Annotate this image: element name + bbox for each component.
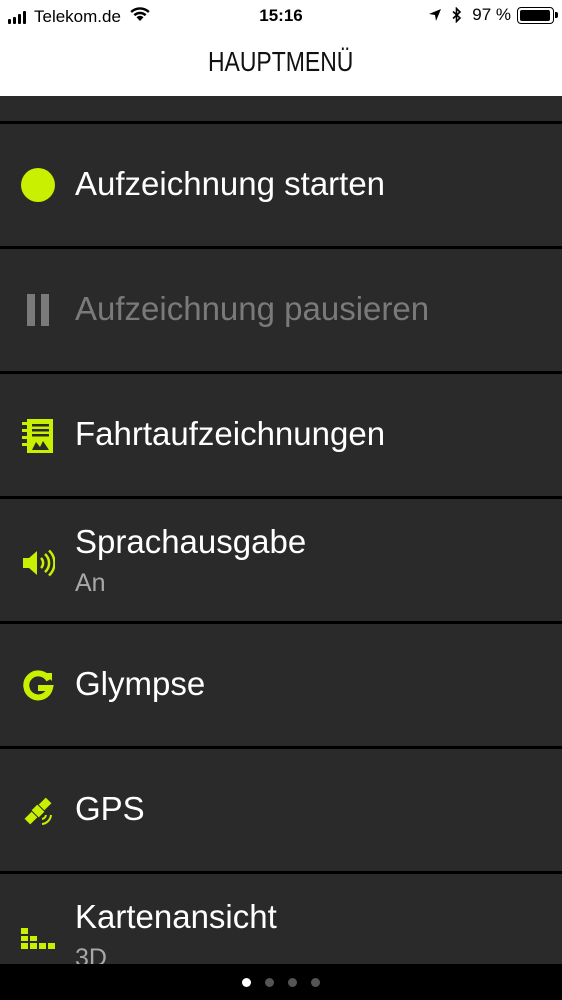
menu-item-label: Aufzeichnung starten (75, 165, 386, 202)
page-dot[interactable] (311, 977, 320, 987)
bluetooth-icon (452, 7, 462, 23)
map-view-icon (18, 918, 58, 958)
menu-item-pause-recording[interactable]: Aufzeichnung pausieren (0, 249, 562, 371)
status-left: Telekom.de (8, 6, 151, 27)
glympse-icon (18, 666, 58, 706)
carrier-name: Telekom.de (34, 6, 121, 26)
pause-icon (18, 290, 58, 330)
menu-item-glympse[interactable]: Glympse (0, 624, 562, 746)
menu-item-label: Glympse (75, 665, 206, 702)
page-dot[interactable] (265, 977, 274, 987)
wifi-icon (129, 6, 151, 27)
menu-item-label: Kartenansicht (75, 898, 277, 935)
main-menu-list[interactable]: Aufzeichnung starten Aufzeichnung pausie… (0, 96, 562, 964)
navigation-bar: HAUPTMENÜ (0, 34, 562, 96)
menu-item-map-view[interactable]: Kartenansicht 3D (0, 874, 562, 964)
menu-item-label: Sprachausgabe (75, 523, 307, 560)
status-bar: Telekom.de 15:16 97 % (0, 0, 562, 34)
menu-item-voice-output[interactable]: Sprachausgabe An (0, 499, 562, 621)
menu-item-gps[interactable]: GPS (0, 749, 562, 871)
page-dot[interactable] (288, 977, 297, 987)
menu-item-label: Aufzeichnung pausieren (75, 290, 430, 327)
page-indicator[interactable] (0, 964, 562, 1000)
battery-percentage: 97 % (472, 5, 511, 24)
menu-item-value: 3D (75, 944, 107, 964)
menu-item-trip-logs[interactable]: Fahrtaufzeichnungen (0, 374, 562, 496)
page-dot[interactable] (242, 977, 251, 987)
signal-strength-icon (8, 10, 28, 24)
menu-item-start-recording[interactable]: Aufzeichnung starten (0, 124, 562, 246)
status-right: 97 % (428, 5, 558, 25)
logbook-icon (18, 416, 58, 456)
menu-item-label: GPS (75, 790, 145, 827)
battery-icon (517, 6, 558, 24)
location-arrow-icon (428, 8, 442, 22)
menu-item-value: An (75, 569, 106, 597)
menu-item-partial[interactable] (0, 96, 562, 121)
speaker-icon (18, 543, 58, 583)
menu-item-label: Fahrtaufzeichnungen (75, 415, 386, 452)
satellite-icon (18, 791, 58, 831)
record-dot-icon (18, 165, 58, 205)
page-title: HAUPTMENÜ (208, 46, 354, 77)
